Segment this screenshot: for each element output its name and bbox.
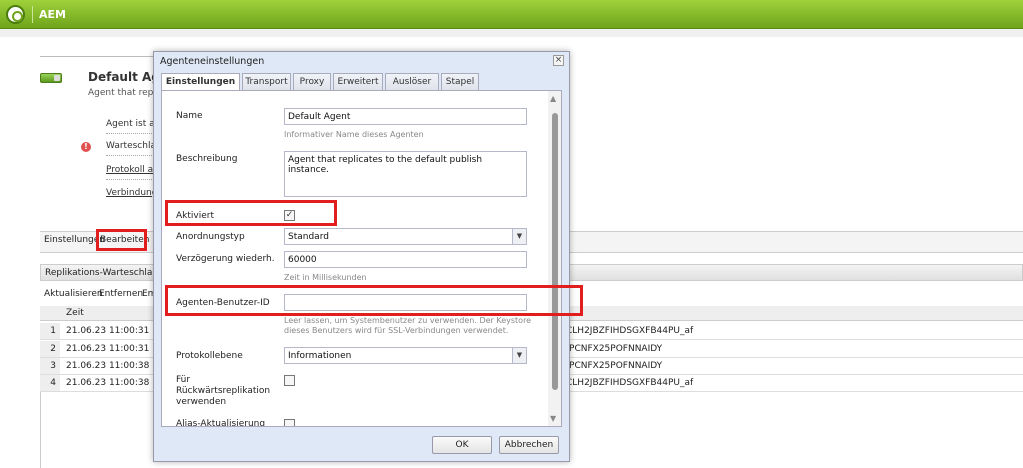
warning-icon: ! xyxy=(81,142,91,152)
agent-user-id-hint: dieses Benutzers wird für SSL-Verbindung… xyxy=(284,326,509,335)
top-band xyxy=(0,29,1023,37)
name-label: Name xyxy=(176,111,203,121)
row-time: 21.06.23 11:00:31 xyxy=(66,344,150,354)
serialization-label: Anordnungstyp xyxy=(176,232,245,242)
tab-settings[interactable]: Einstellungen xyxy=(161,73,240,91)
retry-delay-label: Verzögerung wiederh. xyxy=(176,254,275,264)
agent-status-toggle-icon xyxy=(40,73,62,83)
highlight-enabled xyxy=(165,200,337,226)
reverse-replication-label-line: verwenden xyxy=(176,397,227,407)
refresh-button[interactable]: Aktualisieren xyxy=(44,289,103,299)
row-path: /PCNFX25POFNNAIDY xyxy=(566,344,663,354)
row-number: 4 xyxy=(40,375,60,391)
tab-batch[interactable]: Stapel xyxy=(441,73,479,90)
column-header-time[interactable]: Zeit xyxy=(66,308,84,318)
scroll-down-icon[interactable]: ▼ xyxy=(550,414,556,423)
dialog-title: Agenteneinstellungen xyxy=(160,56,265,67)
ok-button[interactable]: OK xyxy=(432,436,492,454)
agent-user-id-hint: Leer lassen, um Systembenutzer zu verwen… xyxy=(284,316,532,325)
scroll-up-icon[interactable]: ▲ xyxy=(550,94,556,103)
row-path: /PCNFX25POFNNAIDY xyxy=(566,361,663,371)
tab-proxy[interactable]: Proxy xyxy=(293,73,331,90)
agent-subtitle: Agent that repli xyxy=(88,88,159,98)
status-line-enabled: Agent ist ak xyxy=(106,119,160,129)
highlight-agent-user-id xyxy=(165,285,583,316)
divider xyxy=(40,392,41,468)
close-icon[interactable]: × xyxy=(553,55,564,66)
row-time: 21.06.23 11:00:38 xyxy=(66,361,150,371)
row-time: 21.06.23 11:00:31 xyxy=(66,326,150,336)
row-number: 3 xyxy=(40,358,60,374)
app-title: AEM xyxy=(39,8,66,21)
scroll-thumb[interactable] xyxy=(552,113,558,390)
divider xyxy=(32,6,33,23)
reverse-replication-checkbox[interactable] xyxy=(284,375,295,386)
dialog-body: Name Default Agent Informativer Name die… xyxy=(161,90,562,427)
row-path: CLH2JBZFIHDSGXFB44PU_af xyxy=(566,326,694,336)
retry-delay-field[interactable]: 60000 xyxy=(284,251,527,268)
test-connection-link[interactable]: Verbindung xyxy=(106,188,157,198)
reverse-replication-label-line: Für xyxy=(176,375,191,385)
tab-transport[interactable]: Transport xyxy=(242,73,291,90)
description-field[interactable]: Agent that replicates to the default pub… xyxy=(284,151,527,197)
log-level-value: Informationen xyxy=(288,351,352,361)
highlight-edit xyxy=(96,229,147,251)
queue-panel-title: Replikations-Warteschlange xyxy=(45,268,170,278)
log-level-select[interactable]: Informationen ▼ xyxy=(284,347,527,364)
row-path: CLH2JBZFIHDSGXFB44PU_af xyxy=(566,378,694,388)
aem-logo-icon[interactable] xyxy=(6,5,25,24)
remove-button[interactable]: Entfernen xyxy=(99,289,143,299)
tab-triggers[interactable]: Auslöser xyxy=(385,73,439,90)
row-number: 2 xyxy=(40,341,60,357)
vertical-scrollbar[interactable]: ▲ ▼ xyxy=(548,91,561,426)
row-number: 1 xyxy=(40,323,60,339)
reverse-replication-label-line: Rückwärtsreplikation xyxy=(176,386,271,396)
chevron-down-icon[interactable]: ▼ xyxy=(512,348,526,363)
reverse-replication-label: Für Rückwärtsreplikation verwenden xyxy=(176,375,270,408)
name-field[interactable]: Default Agent xyxy=(284,108,527,125)
row-time: 21.06.23 11:00:38 xyxy=(66,378,150,388)
divider xyxy=(40,56,170,57)
top-bar: AEM xyxy=(0,0,1023,29)
serialization-select[interactable]: Standard ▼ xyxy=(284,228,527,245)
description-label: Beschreibung xyxy=(176,154,238,164)
cancel-button[interactable]: Abbrechen xyxy=(499,436,559,454)
tab-extended[interactable]: Erweitert xyxy=(333,73,383,90)
agent-settings-dialog: Agenteneinstellungen × Einstellungen Tra… xyxy=(153,51,570,462)
alias-update-checkbox[interactable] xyxy=(284,419,295,426)
log-level-label: Protokollebene xyxy=(176,351,243,361)
chevron-down-icon[interactable]: ▼ xyxy=(512,229,526,244)
retry-delay-hint: Zeit in Millisekunden xyxy=(284,273,367,282)
serialization-value: Standard xyxy=(288,232,329,242)
alias-update-label: Alias-Aktualisierung xyxy=(176,419,266,427)
name-hint: Informativer Name dieses Agenten xyxy=(284,130,424,139)
view-log-link[interactable]: Protokoll an xyxy=(106,165,159,175)
